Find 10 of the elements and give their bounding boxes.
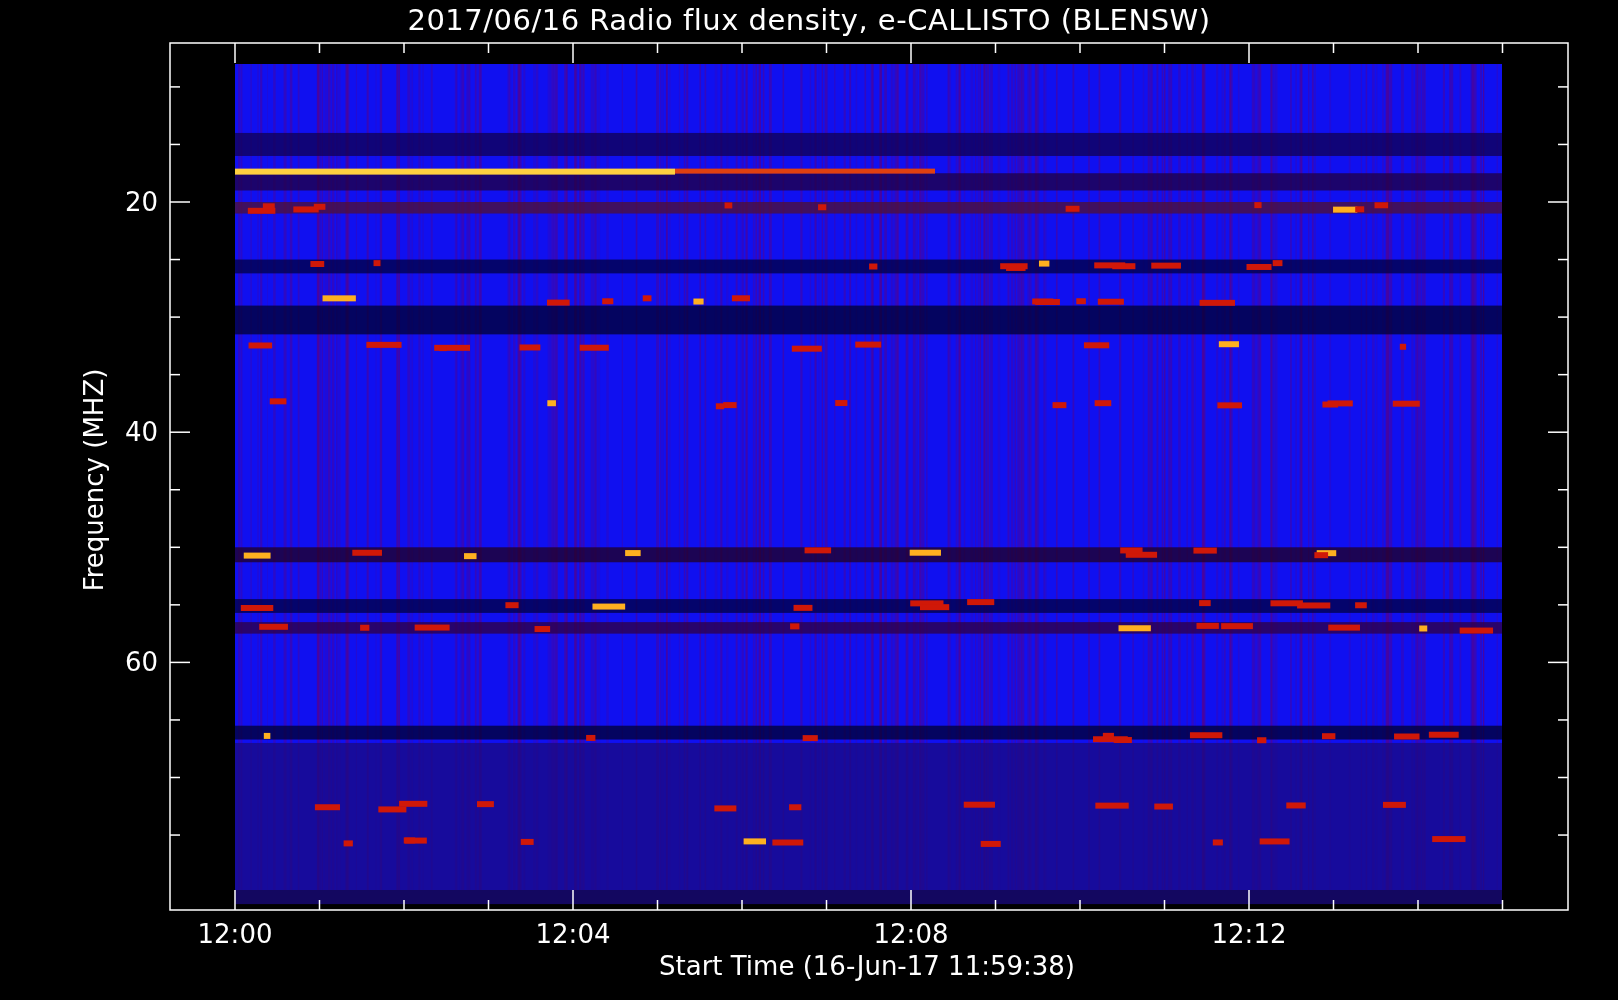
y-tick-label: 20: [124, 187, 158, 217]
chart-title: 2017/06/16 Radio flux density, e-CALLISTO (BLENSW): [407, 2, 1211, 39]
y-tick-label: 60: [124, 647, 158, 678]
x-tick-label: 12:12: [1211, 919, 1287, 949]
x-axis-label: Start Time (16-Jun-17 11:59:38): [659, 951, 1075, 981]
y-tick-label: 40: [124, 417, 158, 448]
x-tick-label: 12:04: [535, 919, 611, 949]
x-tick-label: 12:08: [873, 919, 949, 949]
x-tick-label: 12:00: [197, 919, 273, 949]
y-axis-label: Frequency (MHZ): [79, 368, 109, 592]
